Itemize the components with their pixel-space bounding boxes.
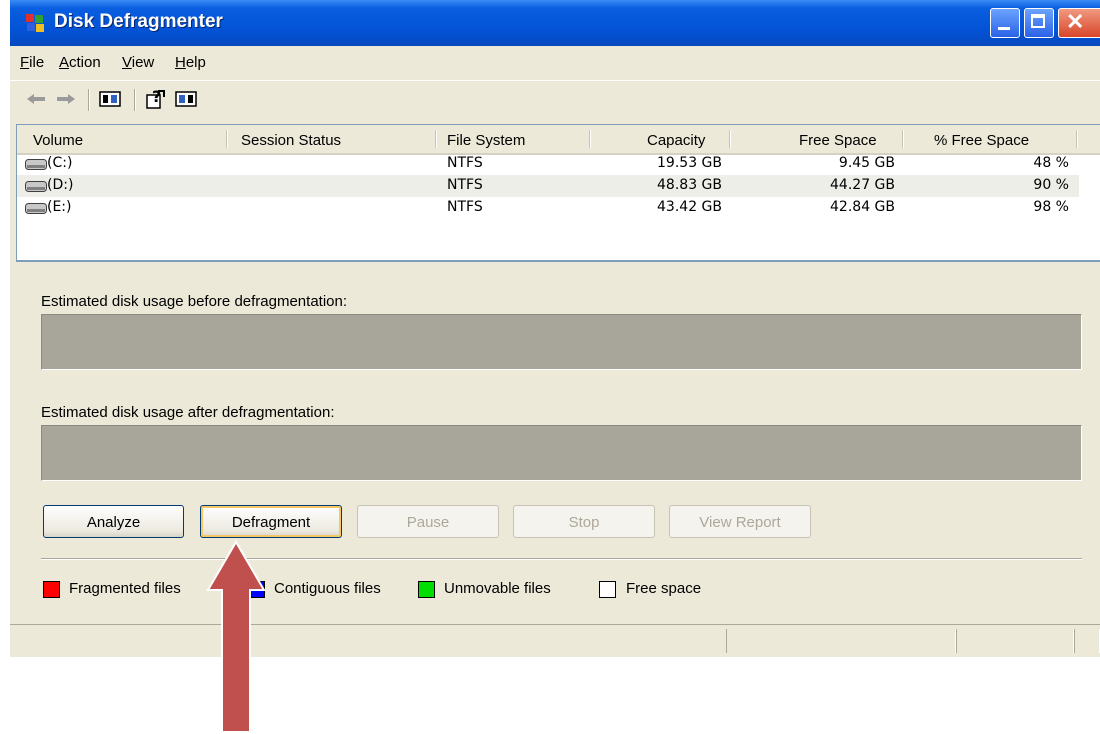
- table-row[interactable]: (C:) NTFS 19.53 GB 9.45 GB 48 %: [17, 153, 1079, 175]
- close-icon: ✕: [1066, 9, 1085, 34]
- free-space-cell: 42.84 GB: [830, 199, 895, 215]
- column-volume[interactable]: Volume: [33, 132, 83, 149]
- volume-list[interactable]: Volume Session Status File System Capaci…: [16, 124, 1100, 262]
- minimize-button[interactable]: [990, 8, 1020, 38]
- free-space-label: Free space: [626, 580, 702, 597]
- file-system-cell: NTFS: [447, 177, 483, 193]
- annotation-arrow-icon: [206, 540, 266, 733]
- hard-drive-icon: [25, 181, 47, 192]
- hard-drive-icon: [25, 203, 47, 214]
- hard-drive-icon: [25, 159, 47, 170]
- contiguous-files-label: Contiguous files: [274, 580, 381, 597]
- defragment-button[interactable]: Defragment: [200, 505, 342, 538]
- column-session-status[interactable]: Session Status: [241, 132, 341, 149]
- column-file-system[interactable]: File System: [447, 132, 525, 149]
- pause-button[interactable]: Pause: [357, 505, 499, 538]
- status-pane: [726, 629, 956, 653]
- stop-button[interactable]: Stop: [513, 505, 655, 538]
- volume-cell: (D:): [47, 177, 74, 193]
- unmovable-files-swatch: [418, 581, 435, 598]
- fragmented-files-label: Fragmented files: [69, 580, 181, 597]
- before-usage-display: [41, 314, 1082, 370]
- view-report-button[interactable]: View Report: [669, 505, 811, 538]
- analyze-button[interactable]: Analyze: [43, 505, 184, 538]
- capacity-cell: 48.83 GB: [657, 177, 722, 193]
- column-free-space[interactable]: Free Space: [799, 132, 877, 149]
- capacity-cell: 19.53 GB: [657, 155, 722, 171]
- show-hide-console-tree-icon[interactable]: [98, 87, 122, 111]
- minimize-icon: [998, 27, 1010, 30]
- file-system-cell: NTFS: [447, 155, 483, 171]
- free-space-cell: 44.27 GB: [830, 177, 895, 193]
- menu-file[interactable]: File: [20, 54, 44, 71]
- divider: [41, 558, 1082, 560]
- maximize-button[interactable]: [1024, 8, 1054, 38]
- column-percent-free-space[interactable]: % Free Space: [934, 132, 1029, 149]
- status-pane: [956, 629, 1074, 653]
- status-bar: [10, 624, 1100, 657]
- volume-cell: (E:): [47, 199, 72, 215]
- volume-cell: (C:): [47, 155, 73, 171]
- capacity-cell: 43.42 GB: [657, 199, 722, 215]
- maximize-icon: [1031, 14, 1045, 28]
- defragmenter-app-icon: [26, 14, 44, 32]
- menu-bar: File Action View Help: [10, 48, 1100, 76]
- window-title: Disk Defragmenter: [54, 11, 223, 32]
- unmovable-files-label: Unmovable files: [444, 580, 551, 597]
- file-system-cell: NTFS: [447, 199, 483, 215]
- forward-arrow-icon[interactable]: [54, 87, 78, 111]
- table-row[interactable]: (E:) NTFS 43.42 GB 42.84 GB 98 %: [17, 197, 1079, 219]
- menu-view[interactable]: View: [122, 54, 154, 71]
- after-usage-display: [41, 425, 1082, 481]
- table-row[interactable]: (D:) NTFS 48.83 GB 44.27 GB 90 %: [17, 175, 1079, 197]
- menu-action[interactable]: Action: [59, 54, 101, 71]
- percent-free-cell: 48 %: [1033, 155, 1069, 171]
- disk-defragmenter-window: Disk Defragmenter ✕ File Action View Hel…: [10, 0, 1100, 657]
- percent-free-cell: 98 %: [1033, 199, 1069, 215]
- fragmented-files-swatch: [43, 581, 60, 598]
- title-bar[interactable]: Disk Defragmenter ✕: [10, 0, 1100, 46]
- properties-pane-icon[interactable]: [174, 87, 198, 111]
- status-pane: [1074, 629, 1100, 653]
- menu-help[interactable]: Help: [175, 54, 206, 71]
- free-space-swatch: [599, 581, 616, 598]
- toolbar-separator: [88, 89, 90, 111]
- svg-text:?: ?: [152, 87, 161, 106]
- before-usage-label: Estimated disk usage before defragmentat…: [41, 293, 348, 310]
- back-arrow-icon[interactable]: [24, 87, 48, 111]
- after-usage-label: Estimated disk usage after defragmentati…: [41, 404, 335, 421]
- close-button[interactable]: ✕: [1058, 8, 1100, 38]
- free-space-cell: 9.45 GB: [838, 155, 895, 171]
- volume-list-header: Volume Session Status File System Capaci…: [17, 125, 1100, 155]
- column-capacity[interactable]: Capacity: [647, 132, 705, 149]
- toolbar-separator: [134, 89, 136, 111]
- toolbar: ?: [10, 80, 1100, 117]
- percent-free-cell: 90 %: [1033, 177, 1069, 193]
- help-icon[interactable]: ?: [144, 87, 168, 111]
